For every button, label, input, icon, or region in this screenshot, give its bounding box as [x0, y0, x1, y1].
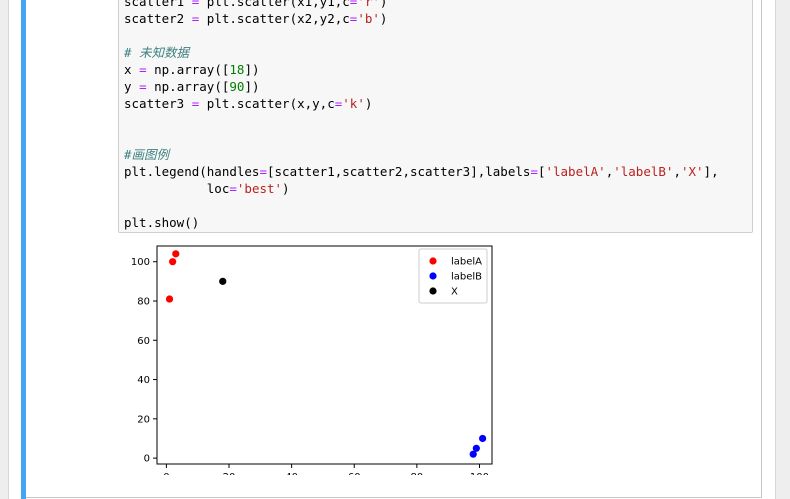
- code-token: 'X': [680, 164, 704, 179]
- code-token: 'k': [342, 96, 365, 111]
- y-tick-label: 60: [137, 336, 150, 347]
- code-token: ,: [673, 164, 681, 179]
- code-token: ): [379, 11, 388, 26]
- code-token: np.array([: [146, 62, 230, 77]
- code-line: loc='best'): [124, 180, 290, 197]
- code-token: ],: [703, 164, 719, 179]
- code-line: #画图例: [124, 146, 169, 163]
- code-token: scatter1: [124, 0, 192, 9]
- code-token: plt.scatter(x2,y2,c: [199, 11, 350, 26]
- code-token: ]): [244, 62, 260, 77]
- code-line: x = np.array([18]): [124, 61, 260, 78]
- code-token: 'labelA': [545, 164, 606, 179]
- code-token: plt.scatter(x1,y1,c: [199, 0, 350, 9]
- y-tick-label: 80: [137, 296, 150, 307]
- scatter-point-labelA: [165, 295, 174, 303]
- code-token: plt.scatter(x,y,c: [199, 96, 335, 111]
- x-tick-label: 100: [470, 472, 489, 475]
- x-tick-label: 40: [285, 472, 298, 475]
- scatter-point-labelB: [472, 444, 480, 452]
- scatter-point-labelA: [172, 250, 180, 258]
- x-tick-label: 60: [348, 472, 361, 475]
- y-tick-label: 0: [144, 454, 150, 465]
- code-token: =: [139, 62, 147, 77]
- code-token: scatter3: [124, 96, 192, 111]
- code-token: 'r': [357, 0, 380, 9]
- legend-marker: [429, 287, 437, 295]
- code-line: scatter3 = plt.scatter(x,y,c='k'): [124, 95, 372, 112]
- code-token: plt.show(): [124, 215, 200, 230]
- code-token: loc: [124, 181, 230, 196]
- legend-label: X: [451, 287, 458, 298]
- chart-legend: labelA labelB X: [418, 248, 488, 304]
- code-token: =: [259, 164, 267, 179]
- scatter-point-labelA: [169, 258, 177, 266]
- code-token: =: [139, 79, 147, 94]
- x-tick-label: 20: [223, 472, 236, 475]
- code-token: 18: [229, 62, 245, 77]
- scatter-point-labelB: [479, 434, 487, 443]
- code-line: y = np.array([90]): [124, 78, 260, 95]
- legend-label: labelB: [451, 272, 482, 283]
- code-token: 'labelB': [613, 164, 674, 179]
- code-token: ]): [244, 79, 260, 94]
- code-token: plt.legend(handles: [124, 164, 260, 179]
- code-token: # 未知数据: [124, 45, 190, 60]
- code-token: 'best': [236, 181, 283, 196]
- code-token: ): [282, 181, 290, 196]
- code-line: # 未知数据: [124, 44, 189, 61]
- y-tick-label: 100: [131, 257, 150, 268]
- code-line: scatter1 = plt.scatter(x1,y1,c='r'): [124, 0, 387, 10]
- code-token: np.array([: [146, 79, 230, 94]
- legend-marker: [429, 272, 437, 280]
- scatter-chart: 0 20 40 60 80 100 0 20 40 60 80 100 labelA labelB X: [131, 245, 493, 483]
- code-line: plt.show(): [124, 214, 199, 231]
- cell-selection-indicator: [21, 0, 26, 499]
- code-token: ): [364, 96, 373, 111]
- cell-output: 0 20 40 60 80 100 0 20 40 60 80 100 labelA labelB X: [118, 240, 498, 483]
- legend-marker: [429, 257, 437, 265]
- code-token: 'b': [357, 11, 380, 26]
- code-token: =: [229, 181, 237, 196]
- legend-label: labelA: [451, 257, 482, 268]
- x-tick-label: 0: [163, 472, 169, 475]
- code-token: y: [124, 79, 140, 94]
- scatter-point-X: [219, 277, 227, 285]
- y-tick-label: 40: [137, 375, 150, 386]
- code-token: #画图例: [124, 147, 170, 162]
- x-tick-label: 80: [410, 472, 423, 475]
- y-tick-label: 20: [137, 414, 150, 425]
- code-token: [scatter1,scatter2,scatter3],labels: [267, 164, 531, 179]
- code-input-area[interactable]: scatter1 = plt.scatter(x1,y1,c='r') scatt…: [118, 0, 753, 233]
- code-token: x: [124, 62, 140, 77]
- code-line: plt.legend(handles=[scatter1,scatter2,sc…: [124, 163, 719, 180]
- code-token: scatter2: [124, 11, 192, 26]
- code-token: 90: [229, 79, 245, 94]
- code-line: scatter2 = plt.scatter(x2,y2,c='b'): [124, 10, 387, 27]
- code-token: =: [530, 164, 538, 179]
- code-token: ): [379, 0, 388, 9]
